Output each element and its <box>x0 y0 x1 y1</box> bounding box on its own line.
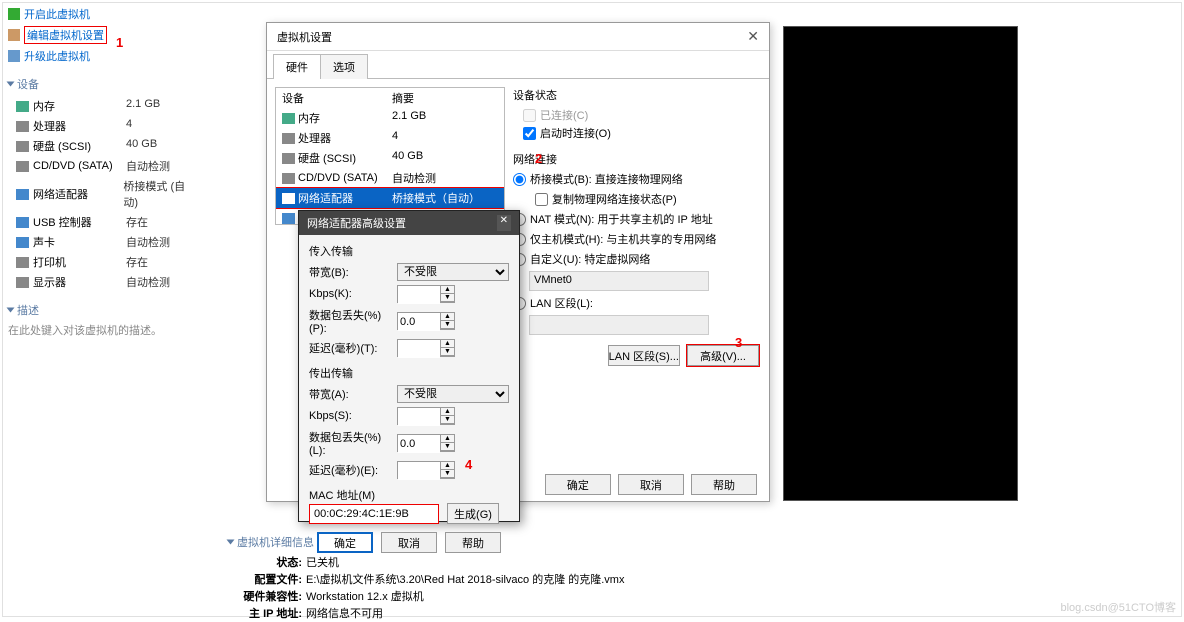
sidebar: 开启此虚拟机 编辑虚拟机设置 升级此虚拟机 设备 内存2.1 GB 处理器4 硬… <box>8 4 198 338</box>
cancel-button[interactable]: 取消 <box>618 474 684 495</box>
vm-preview <box>783 26 1018 501</box>
bridge-radio[interactable] <box>513 173 526 186</box>
hardware-list[interactable]: 设备摘要 内存2.1 GB 处理器4 硬盘 (SCSI)40 GB CD/DVD… <box>275 87 505 225</box>
latency-in-input[interactable] <box>398 340 440 358</box>
description-header: 描述 <box>8 302 198 318</box>
devices-header: 设备 <box>8 76 198 92</box>
mac-address-input[interactable] <box>309 504 439 524</box>
network-adapter-row: 网络适配器桥接模式（自动） <box>276 188 504 208</box>
kbps-out-input[interactable] <box>398 408 440 426</box>
annotation-2: 2 <box>535 151 542 166</box>
annotation-1: 1 <box>116 35 123 50</box>
network-advanced-dialog: 网络适配器高级设置✕ 传入传输 带宽(B):不受限 Kbps(K):▲▼ 数据包… <box>298 210 520 522</box>
help-button[interactable]: 帮助 <box>691 474 757 495</box>
lanseg-select[interactable] <box>529 315 709 335</box>
tab-hardware[interactable]: 硬件 <box>273 54 321 79</box>
loss-in-input[interactable] <box>398 313 440 331</box>
description-text: 在此处键入对该虚拟机的描述。 <box>8 322 198 338</box>
bandwidth-in-select[interactable]: 不受限 <box>397 263 509 281</box>
advanced-button[interactable]: 高级(V)... <box>687 345 759 366</box>
upgrade-vm-link[interactable]: 升级此虚拟机 <box>8 46 198 66</box>
watermark: blog.csdn@51CTO博客 <box>1060 599 1176 615</box>
vmnet-select[interactable]: VMnet0 <box>529 271 709 291</box>
loss-out-input[interactable] <box>398 435 440 453</box>
kbps-in-input[interactable] <box>398 286 440 304</box>
annotation-4: 4 <box>465 457 472 472</box>
start-vm-link[interactable]: 开启此虚拟机 <box>8 4 198 24</box>
connect-on-start-checkbox[interactable] <box>523 127 536 140</box>
close-icon[interactable]: ✕ <box>747 28 759 45</box>
edit-vm-link[interactable]: 编辑虚拟机设置 <box>8 24 198 46</box>
replicate-checkbox[interactable] <box>535 193 548 206</box>
close-icon[interactable]: ✕ <box>497 215 511 231</box>
bandwidth-out-select[interactable]: 不受限 <box>397 385 509 403</box>
lan-segments-button[interactable]: LAN 区段(S)... <box>608 345 680 366</box>
annotation-3: 3 <box>735 335 742 350</box>
dialog-title: 虚拟机设置 <box>277 29 332 45</box>
device-list: 内存2.1 GB 处理器4 硬盘 (SCSI)40 GB CD/DVD (SAT… <box>16 96 198 292</box>
vm-detail-section: 虚拟机详细信息 状态:已关机 配置文件:E:\虚拟机文件系统\3.20\Red … <box>228 534 778 622</box>
latency-out-input[interactable] <box>398 462 440 480</box>
ok-button[interactable]: 确定 <box>545 474 611 495</box>
tab-options[interactable]: 选项 <box>320 54 368 79</box>
connected-checkbox <box>523 109 536 122</box>
generate-button[interactable]: 生成(G) <box>447 503 499 524</box>
